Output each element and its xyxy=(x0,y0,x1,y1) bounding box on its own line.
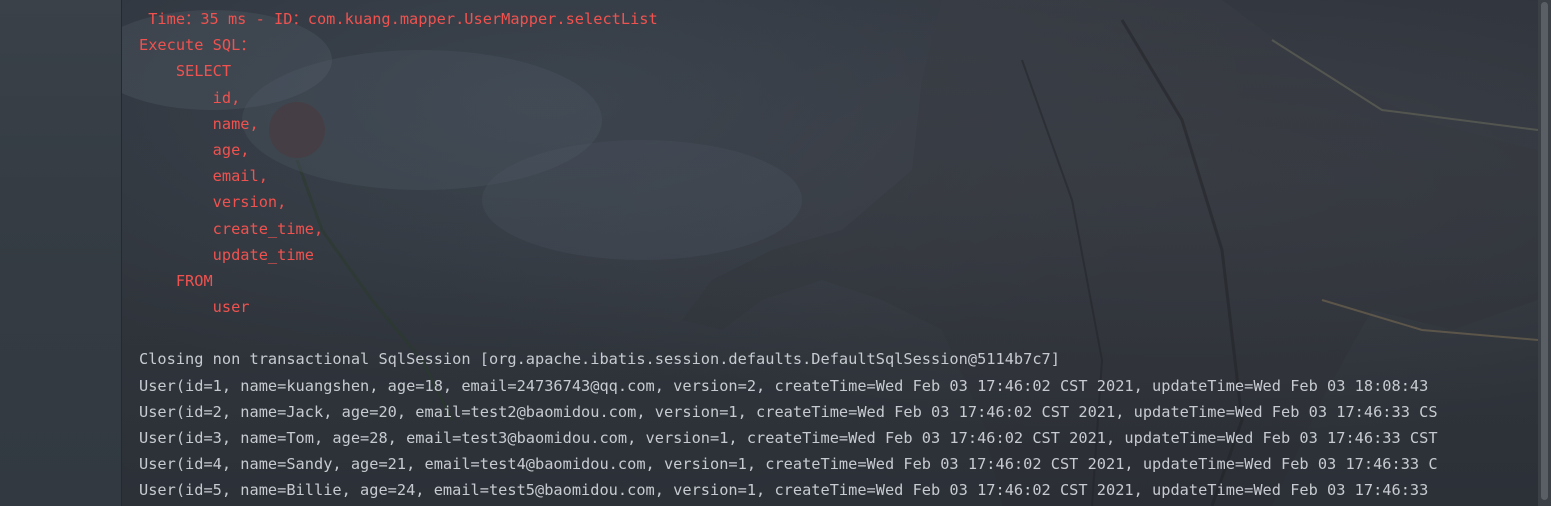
log-line-13: Closing non transactional SqlSession [or… xyxy=(139,350,1060,369)
log-line-15: User(id=2, name=Jack, age=20, email=test… xyxy=(139,402,1438,421)
log-line-14: User(id=1, name=kuangshen, age=18, email… xyxy=(139,376,1429,395)
log-line-1: Execute SQL： xyxy=(139,36,256,55)
log-line-17: User(id=4, name=Sandy, age=21, email=tes… xyxy=(139,455,1438,474)
log-line-4: name, xyxy=(139,114,259,133)
run-console-window: Time：35 ms - ID：com.kuang.mapper.UserMap… xyxy=(0,0,1551,506)
console-output-panel[interactable]: Time：35 ms - ID：com.kuang.mapper.UserMap… xyxy=(122,0,1538,506)
log-line-10: FROM xyxy=(139,271,213,290)
console-log-text: Time：35 ms - ID：com.kuang.mapper.UserMap… xyxy=(139,6,1438,504)
log-line-9: update_time xyxy=(139,245,314,264)
log-line-6: email, xyxy=(139,167,268,186)
log-line-7: version, xyxy=(139,193,287,212)
log-line-16: User(id=3, name=Tom, age=28, email=test3… xyxy=(139,429,1438,447)
log-line-18: User(id=5, name=Billie, age=24, email=te… xyxy=(139,481,1429,500)
vertical-scrollbar[interactable] xyxy=(1538,0,1551,506)
log-line-8: create_time, xyxy=(139,219,324,238)
log-line-11: user xyxy=(139,298,250,317)
log-line-2: SELECT xyxy=(139,62,232,81)
log-line-3: id, xyxy=(139,88,241,107)
scrollbar-thumb[interactable] xyxy=(1541,2,1548,500)
console-toolbar-gutter xyxy=(0,0,122,506)
log-line-12 xyxy=(139,320,1438,346)
log-line-5: age, xyxy=(139,140,250,159)
log-line-0: Time：35 ms - ID：com.kuang.mapper.UserMap… xyxy=(139,10,658,28)
